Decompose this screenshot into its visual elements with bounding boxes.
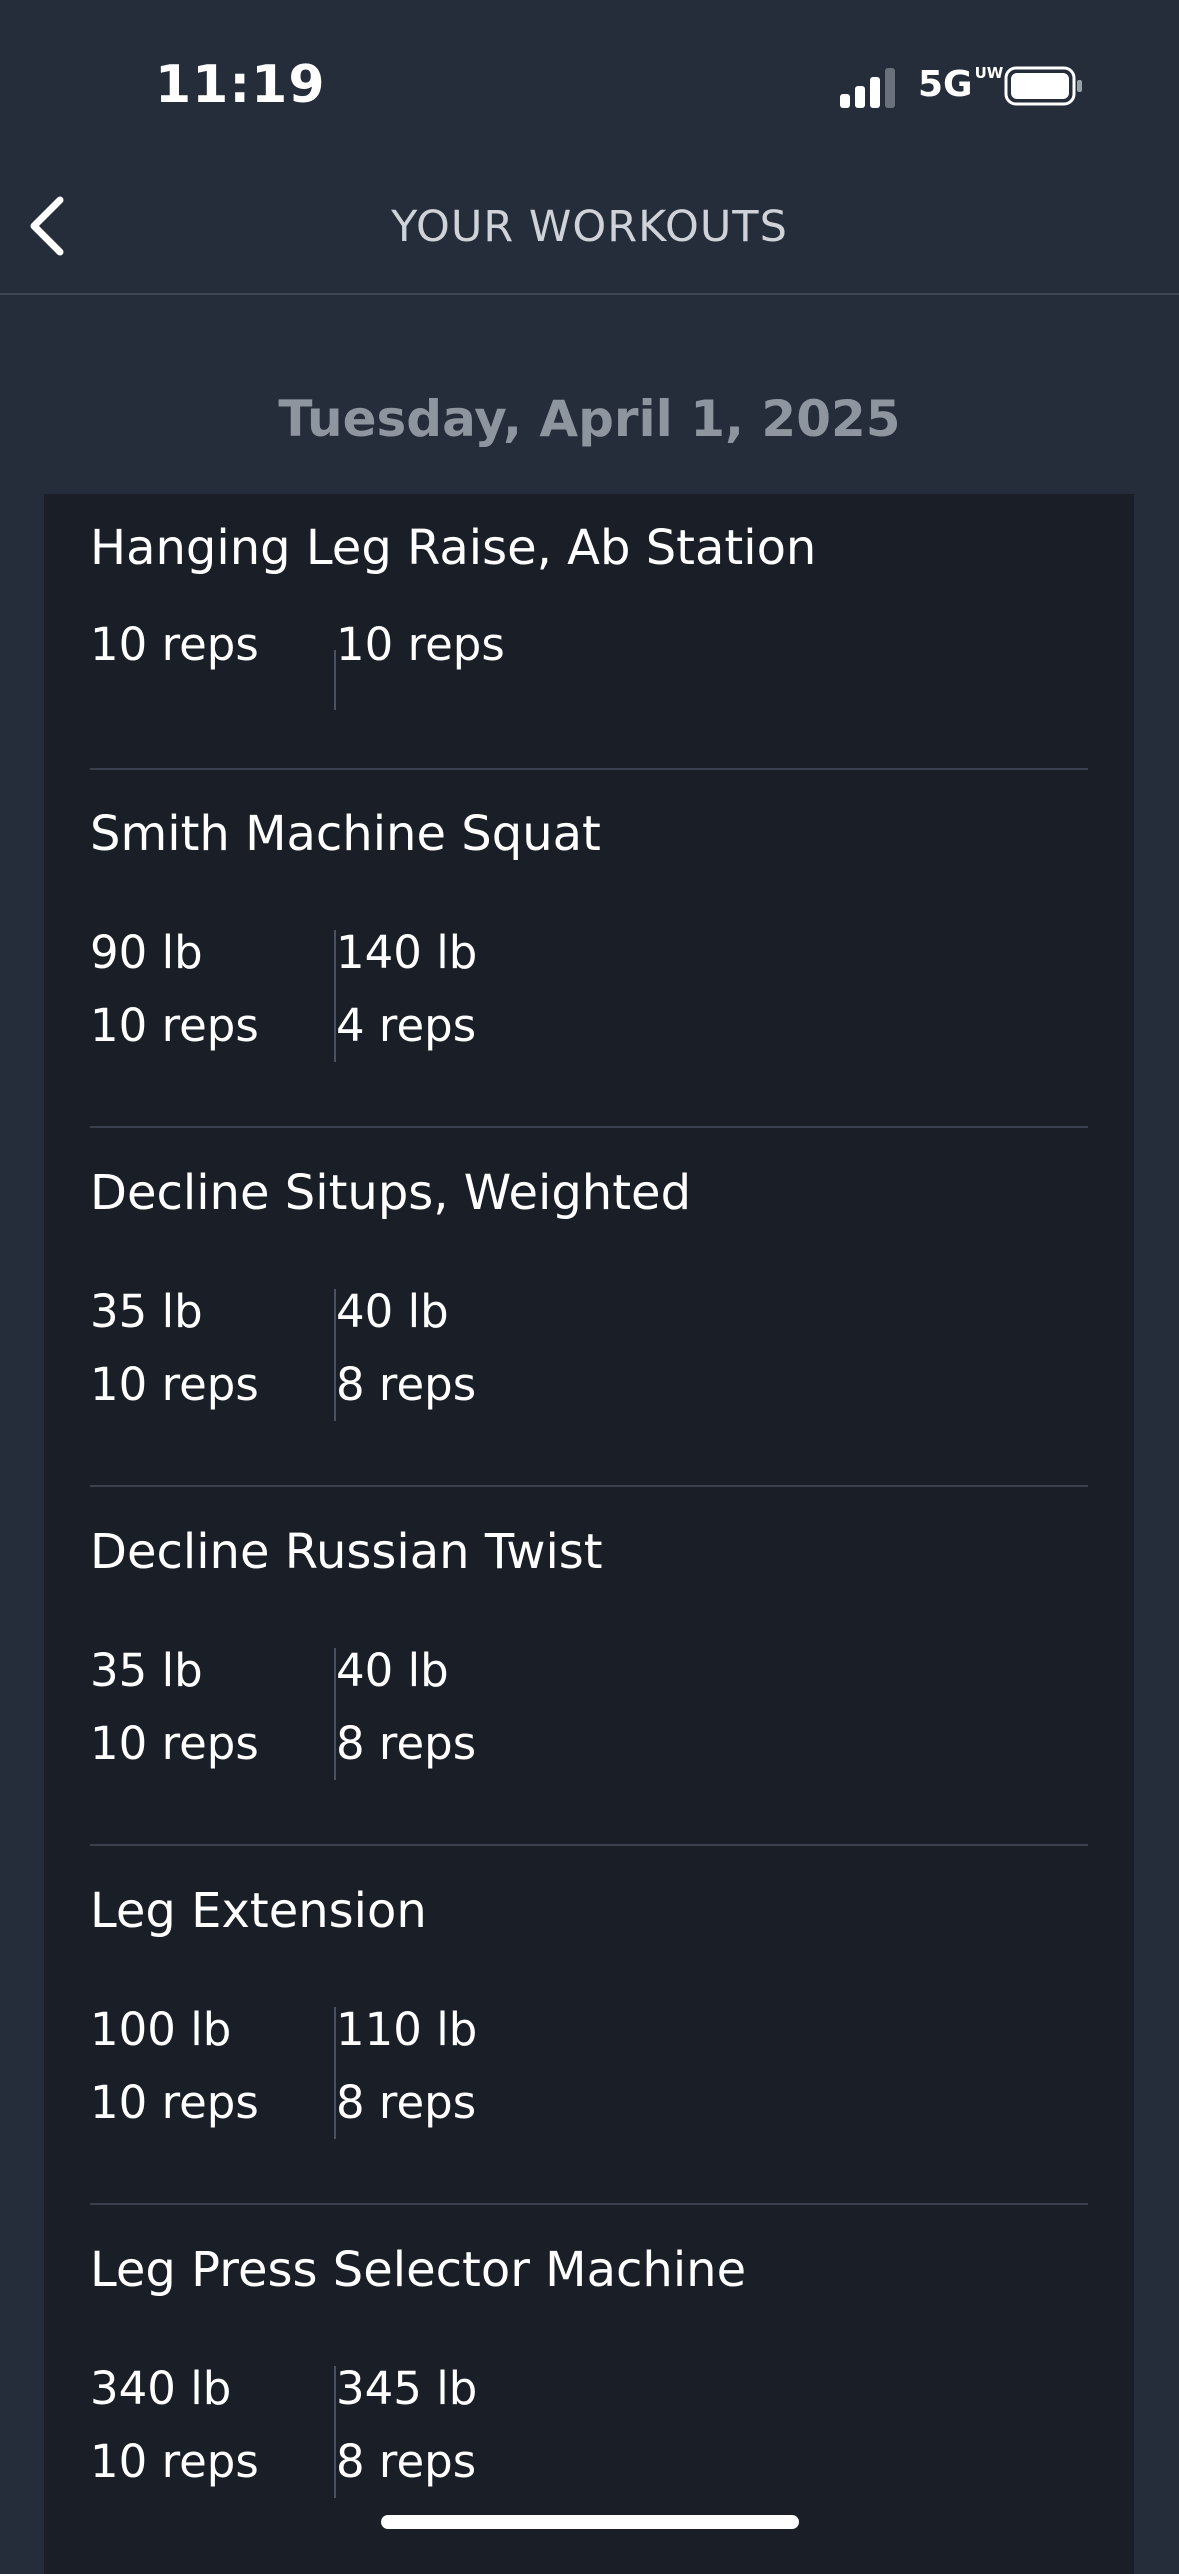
navigation-bar: YOUR WORKOUTS <box>0 150 1179 295</box>
home-indicator[interactable] <box>381 2515 799 2529</box>
set-reps: 10 reps <box>90 2076 259 2129</box>
set-weight: 340 lb <box>90 2362 232 2415</box>
exercise-name: Smith Machine Squat <box>90 806 601 862</box>
page-title: YOUR WORKOUTS <box>391 202 788 252</box>
set-reps: 10 reps <box>90 1717 259 1770</box>
exercise-name: Decline Russian Twist <box>90 1524 603 1580</box>
set-1: 100 lb 10 reps <box>90 1993 259 2139</box>
set-1: 35 lb 10 reps <box>90 1275 259 1421</box>
set-weight: 110 lb <box>336 2003 478 2056</box>
status-bar: 11:19 5G UW <box>0 0 1179 150</box>
set-reps: 8 reps <box>336 2435 477 2488</box>
set-weight: 35 lb <box>90 1285 203 1338</box>
status-time: 11:19 <box>155 55 326 115</box>
exercise-divider <box>90 1844 1088 1846</box>
workout-card: Hanging Leg Raise, Ab Station 10 reps 10… <box>44 494 1134 2574</box>
network-type: 5G <box>918 64 973 105</box>
network-indicator: 5G UW <box>918 64 1003 105</box>
set-reps: 10 reps <box>336 618 505 671</box>
set-2: 345 lb 8 reps <box>336 2352 477 2498</box>
exercise-divider <box>90 1485 1088 1487</box>
set-reps: 10 reps <box>90 1358 259 1411</box>
exercise-name: Hanging Leg Raise, Ab Station <box>90 520 817 576</box>
exercise-divider <box>90 768 1088 770</box>
set-reps: 10 reps <box>90 618 259 671</box>
exercise-name: Leg Extension <box>90 1883 427 1939</box>
battery-icon <box>1004 66 1082 106</box>
set-weight: 140 lb <box>336 926 478 979</box>
set-1: 90 lb 10 reps <box>90 916 259 1062</box>
exercise-name: Leg Press Selector Machine <box>90 2242 747 2298</box>
set-weight: 100 lb <box>90 2003 232 2056</box>
set-weight: 35 lb <box>90 1644 203 1697</box>
set-2: 40 lb 8 reps <box>336 1634 476 1780</box>
set-1: 340 lb 10 reps <box>90 2352 259 2498</box>
set-weight: 90 lb <box>90 926 203 979</box>
set-reps: 8 reps <box>336 1717 477 1770</box>
network-suffix: UW <box>974 64 1004 82</box>
set-1: 35 lb 10 reps <box>90 1634 259 1780</box>
exercise-divider <box>90 2203 1088 2205</box>
set-2: 110 lb 8 reps <box>336 1993 477 2139</box>
set-weight: 345 lb <box>336 2362 478 2415</box>
set-reps: 8 reps <box>336 1358 477 1411</box>
set-reps: 10 reps <box>90 999 259 1052</box>
workout-date: Tuesday, April 1, 2025 <box>278 390 901 448</box>
set-reps: 10 reps <box>90 2435 259 2488</box>
set-2: 40 lb 8 reps <box>336 1275 476 1421</box>
set-reps: 8 reps <box>336 2076 477 2129</box>
exercise-divider <box>90 1126 1088 1128</box>
set-2: 10 reps <box>336 608 505 681</box>
exercise-name: Decline Situps, Weighted <box>90 1165 692 1221</box>
set-weight: 40 lb <box>336 1644 449 1697</box>
set-reps: 4 reps <box>336 999 477 1052</box>
set-1: 10 reps <box>90 608 259 681</box>
set-weight: 40 lb <box>336 1285 449 1338</box>
set-2: 140 lb 4 reps <box>336 916 477 1062</box>
signal-bars-icon <box>840 68 895 108</box>
